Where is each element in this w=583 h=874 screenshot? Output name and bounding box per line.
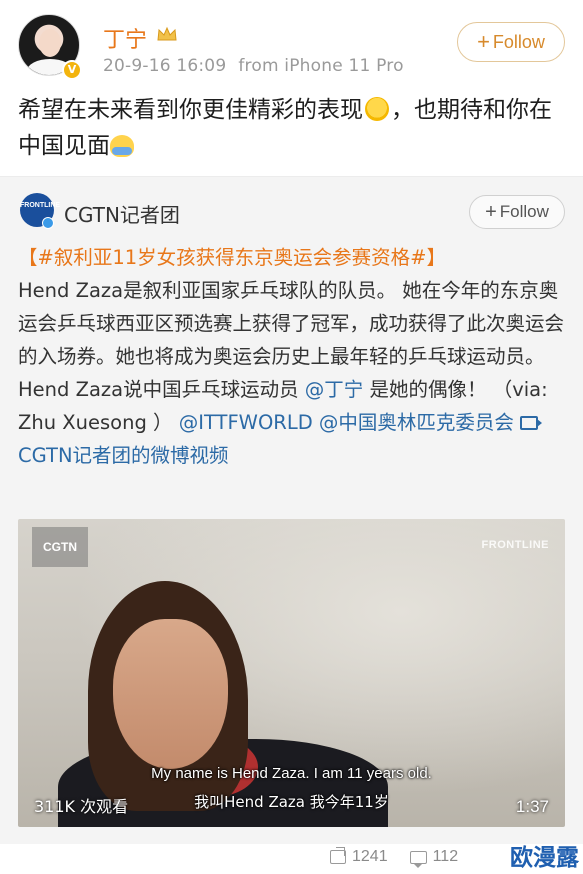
repost-icon — [330, 850, 346, 864]
cgtn-logo: CGTN — [32, 527, 88, 567]
subtitle-english: My name is Hend Zaza. I am 11 years old. — [151, 765, 432, 782]
hashtag-link[interactable]: 【#叙利亚11岁女孩获得东京奥运会参赛资格#】 — [18, 246, 446, 269]
sun-face-icon — [365, 97, 389, 121]
watermark: 欧漫露 — [510, 845, 579, 871]
view-count: 311K 次观看 — [34, 797, 129, 816]
plus-icon: + — [485, 201, 497, 223]
mention-olympic-committee[interactable]: @中国奥林匹克委员会 — [313, 411, 514, 434]
verified-blue-icon — [42, 217, 54, 229]
repost-card[interactable]: FRONTLINE CGTN记者团 + Follow 【#叙利亚11岁女孩获得东… — [0, 176, 583, 844]
follow-button[interactable]: + Follow — [457, 22, 565, 62]
comment-stat[interactable]: 112 — [409, 848, 459, 868]
repost-count: 1241 — [352, 848, 388, 865]
video-duration: 1:37 — [515, 797, 549, 816]
repost-text: 【#叙利亚11岁女孩获得东京奥运会参赛资格#】 Hend Zaza是叙利亚国家乒… — [18, 241, 568, 472]
post-source: from iPhone 11 Pro — [238, 56, 404, 76]
repost-stat[interactable]: 1241 — [330, 848, 388, 866]
repost-avatar-text: FRONTLINE — [20, 202, 61, 209]
comment-icon — [409, 850, 427, 868]
follow-label: Follow — [492, 31, 545, 52]
video-person-face — [113, 619, 228, 769]
post-stats: 1241 112 — [330, 848, 459, 868]
avatar-face — [39, 29, 61, 57]
video-link-label: CGTN记者团的微博视频 — [18, 444, 229, 467]
plus-icon: + — [477, 29, 490, 54]
repost-username[interactable]: CGTN记者团 — [64, 199, 180, 228]
verified-badge-icon: V — [62, 60, 82, 80]
frontline-logo: FRONTLINE — [481, 539, 549, 551]
repost-follow-label: Follow — [499, 202, 549, 221]
video-player[interactable]: CGTN FRONTLINE My name is Hend Zaza. I a… — [18, 519, 565, 827]
post-header: V 丁宁 20-9-16 16:09 from iPhone 11 Pro + F… — [0, 0, 583, 90]
video-link-icon — [520, 416, 543, 430]
post-text: 希望在未来看到你更佳精彩的表现 ，也期待和你在中国见面 — [18, 92, 568, 164]
repost-follow-button[interactable]: + Follow — [469, 195, 565, 229]
mention-dingning[interactable]: @丁宁 — [305, 378, 364, 401]
comment-count: 112 — [432, 848, 459, 865]
mention-ittfworld[interactable]: @ITTFWORLD — [179, 411, 313, 434]
crown-icon — [157, 26, 177, 41]
post-timestamp: 20-9-16 16:09 — [103, 56, 227, 76]
post-text-part1: 希望在未来看到你更佳精彩的表现 — [18, 97, 363, 123]
username[interactable]: 丁宁 — [103, 22, 147, 54]
hug-icon — [110, 135, 134, 157]
post-meta: 20-9-16 16:09 from iPhone 11 Pro — [103, 56, 404, 76]
